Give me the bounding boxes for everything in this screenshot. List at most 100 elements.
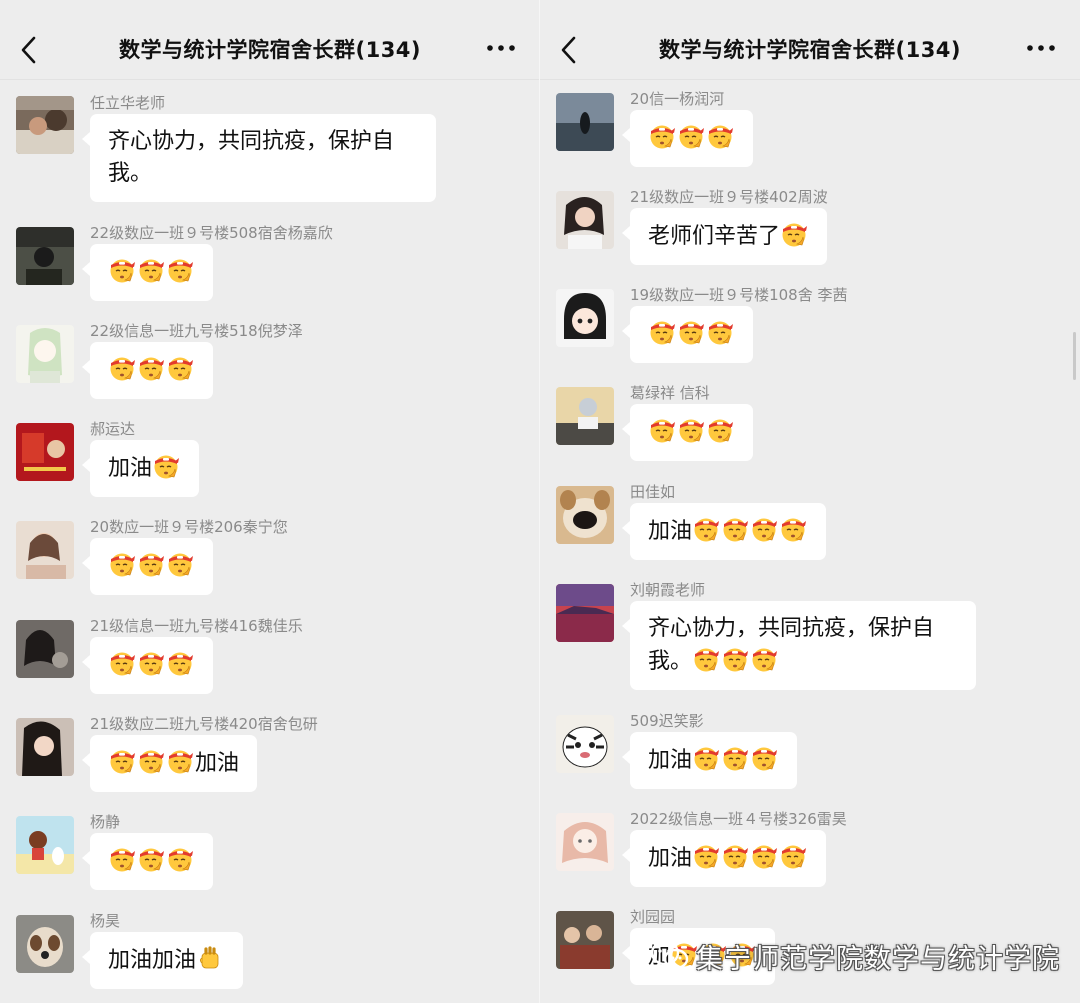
fighting-emoji-icon [166, 256, 194, 284]
avatar[interactable] [556, 93, 614, 151]
message-bubble[interactable]: 齐心协力，共同抗疫，保护自 我。 [622, 601, 976, 690]
fighting-emoji-icon [108, 354, 136, 382]
fighting-emoji-icon [721, 645, 749, 673]
message-bubble[interactable]: 老师们辛苦了 [621, 208, 828, 265]
fighting-emoji-icon [692, 744, 720, 772]
avatar[interactable] [16, 96, 74, 154]
emoji-row [648, 318, 735, 351]
message-text: 加油 [648, 846, 693, 871]
message-bubble[interactable]: 齐心协力，共同抗疫，保护自 我。 [82, 114, 436, 202]
message-bubble[interactable]: 加油 [621, 503, 827, 560]
message-text: 加油 [108, 456, 153, 481]
message-text: 加油加油 [108, 948, 197, 973]
avatar[interactable] [16, 521, 74, 579]
avatar[interactable] [16, 620, 74, 678]
fighting-emoji-icon [721, 515, 749, 543]
fighting-emoji-icon [692, 842, 720, 870]
watermark-text: 集宁师范学院数学与统计学院 [696, 943, 1060, 975]
fighting-emoji-icon [721, 744, 749, 772]
avatar[interactable] [16, 816, 74, 874]
group-title: 数学与统计学院宿舍长群(134) [118, 38, 422, 62]
fighting-emoji-icon [108, 649, 136, 677]
fighting-emoji-icon [677, 122, 705, 150]
sender-name: 杨静 [90, 813, 121, 831]
source-watermark: 集宁师范学院数学与统计学院 [650, 936, 1060, 976]
fighting-emoji-icon [137, 256, 165, 284]
emoji-row [108, 550, 195, 583]
sender-name: 20数应一班９号楼206秦宁您 [90, 518, 288, 536]
fighting-emoji-icon [108, 845, 136, 873]
avatar[interactable] [556, 813, 614, 871]
message-bubble[interactable]: 加油加油 [81, 932, 244, 989]
more-ellipsis-icon[interactable] [1026, 40, 1056, 54]
avatar[interactable] [556, 486, 614, 544]
message-text: 我。 [108, 161, 153, 186]
avatar[interactable] [556, 911, 614, 969]
more-ellipsis-icon[interactable] [486, 40, 516, 54]
message-bubble[interactable] [82, 637, 213, 694]
message-bubble[interactable] [82, 833, 213, 890]
avatar[interactable] [16, 227, 74, 285]
chat-header: 数学与统计学院宿舍长群(134) [540, 0, 1080, 80]
fighting-emoji-icon [108, 550, 136, 578]
sender-name: 509迟笑影 [630, 712, 704, 730]
emoji-row [108, 649, 195, 682]
chat-header: 数学与统计学院宿舍长群(134) [0, 0, 540, 80]
fighting-emoji-icon [166, 845, 194, 873]
sender-name: 21级数应二班九号楼420宿舍包研 [90, 715, 318, 733]
fighting-emoji-icon [779, 842, 807, 870]
fighting-emoji-icon [750, 744, 778, 772]
raised-fist-emoji-icon [196, 944, 224, 972]
sender-name: 葛绿祥 信科 [630, 384, 710, 402]
message-bubble[interactable] [82, 538, 213, 595]
message-bubble[interactable] [622, 110, 753, 167]
avatar[interactable] [556, 191, 614, 249]
message-text: 加油 [648, 519, 693, 544]
emoji-row [108, 256, 195, 289]
message-bubble[interactable]: 加油 [621, 732, 798, 789]
fighting-emoji-icon [779, 515, 807, 543]
message-text: 老师们辛苦了 [648, 224, 781, 249]
message-bubble[interactable]: 加油 [81, 440, 200, 497]
sender-name: 刘园园 [630, 908, 676, 926]
fighting-emoji-icon [677, 416, 705, 444]
scrollbar-thumb[interactable] [1073, 332, 1076, 380]
avatar[interactable] [16, 423, 74, 481]
emoji-row [648, 122, 735, 155]
message-bubble[interactable]: 加油 [621, 830, 827, 887]
chat-window-left: 数学与统计学院宿舍长群(134) 任立华老师 齐心协力，共同抗疫，保护自 我。 … [0, 0, 540, 1003]
fighting-emoji-icon [706, 122, 734, 150]
fighting-emoji-icon [166, 649, 194, 677]
avatar[interactable] [16, 325, 74, 383]
fighting-emoji-icon [108, 747, 136, 775]
avatar[interactable] [16, 915, 74, 973]
sender-name: 任立华老师 [90, 94, 166, 112]
avatar[interactable] [556, 387, 614, 445]
message-bubble[interactable]: 加油 [81, 735, 258, 792]
message-text: 齐心协力，共同抗疫，保护自 [108, 129, 395, 154]
sender-name: 20信一杨润河 [630, 90, 725, 108]
message-bubble[interactable] [82, 342, 213, 399]
sender-name: 21级信息一班九号楼416魏佳乐 [90, 617, 303, 635]
sender-name: 郝运达 [90, 420, 136, 438]
avatar[interactable] [16, 718, 74, 776]
avatar[interactable] [556, 289, 614, 347]
chat-window-right: 数学与统计学院宿舍长群(134) 20信一杨润河 21级数应一班９号楼402周波… [540, 0, 1080, 1003]
sender-name: 刘朝霞老师 [630, 581, 706, 599]
fighting-emoji-icon [706, 318, 734, 346]
message-bubble[interactable] [622, 306, 753, 363]
fighting-emoji-icon [750, 842, 778, 870]
avatar[interactable] [556, 584, 614, 642]
message-bubble[interactable] [82, 244, 213, 301]
fighting-emoji-icon [166, 550, 194, 578]
fighting-emoji-icon [648, 122, 676, 150]
sender-name: 田佳如 [630, 483, 676, 501]
emoji-row [648, 416, 735, 449]
sender-name: 21级数应一班９号楼402周波 [630, 188, 828, 206]
fighting-emoji-icon [750, 645, 778, 673]
fighting-emoji-icon [648, 318, 676, 346]
wechat-official-account-icon [650, 939, 690, 973]
message-bubble[interactable] [622, 404, 753, 461]
emoji-row [108, 845, 195, 878]
avatar[interactable] [556, 715, 614, 773]
